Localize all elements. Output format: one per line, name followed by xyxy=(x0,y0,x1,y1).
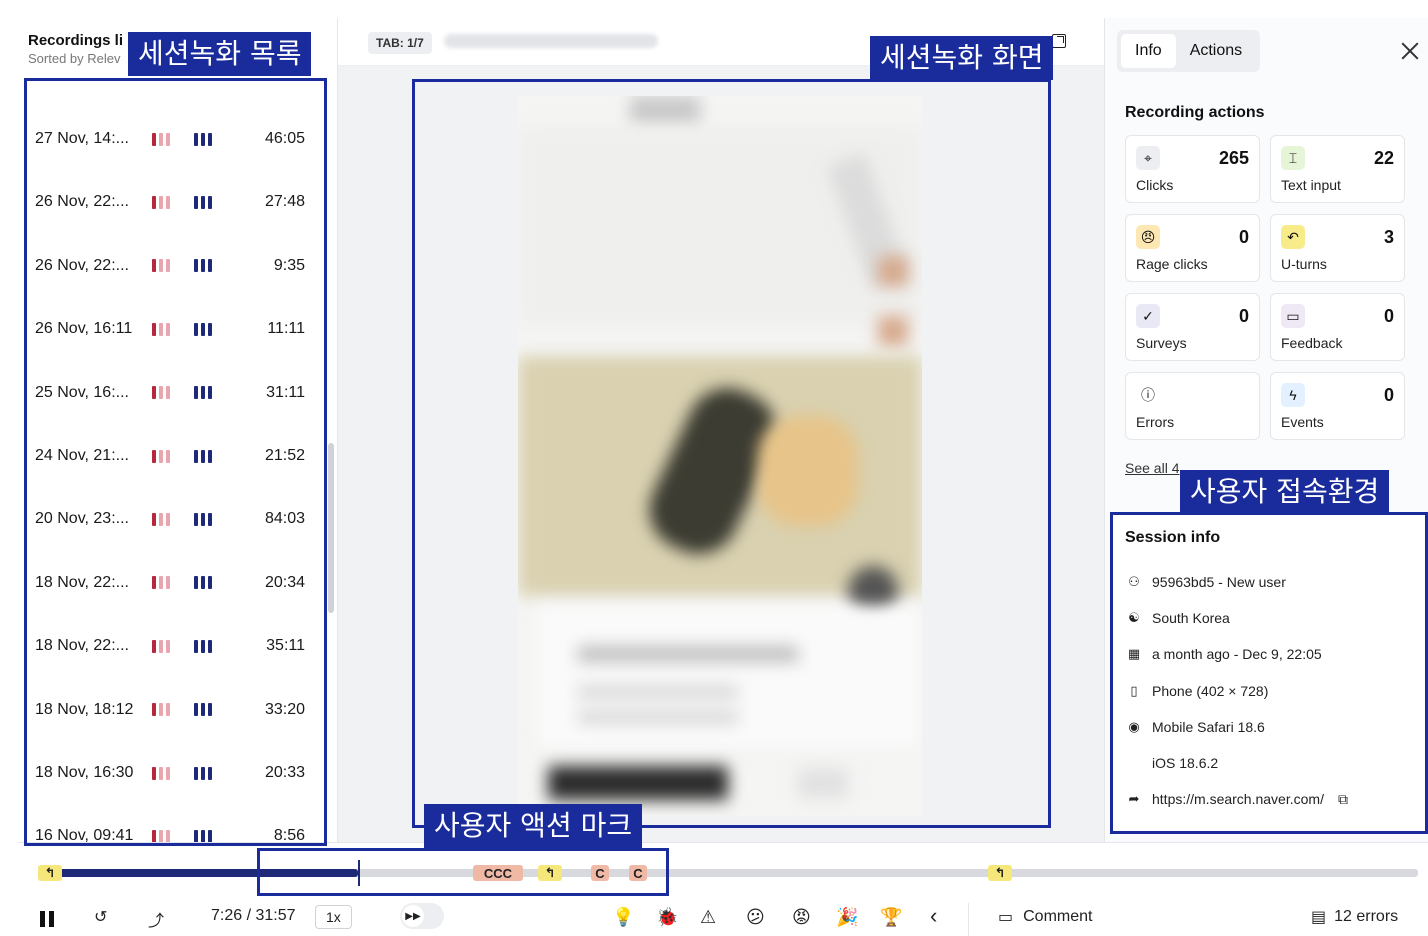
action-card[interactable]: ⓘ Errors xyxy=(1125,372,1260,440)
pause-button[interactable] xyxy=(40,911,54,927)
action-label: Feedback xyxy=(1281,335,1343,351)
action-card[interactable]: ↶ 3 U-turns xyxy=(1270,214,1405,282)
timeline: ↰ CCC ↰ C C ↰ ↺ ⤴ 7:26 / 31:57 1x ▶▶ 💡 🐞… xyxy=(18,842,1428,936)
action-label: U-turns xyxy=(1281,256,1327,272)
annotation-env-label: 사용자 접속환경 xyxy=(1180,470,1390,514)
cursor-click-icon: ⌖ xyxy=(1136,146,1160,170)
action-label: Events xyxy=(1281,414,1324,430)
u-turn-icon: ↶ xyxy=(1281,225,1305,249)
u-turn-mark[interactable]: ↰ xyxy=(38,865,62,881)
action-card[interactable]: ⌖ 265 Clicks xyxy=(1125,135,1260,203)
recording-actions-title: Recording actions xyxy=(1125,104,1265,121)
speed-button[interactable]: 1x xyxy=(315,905,352,929)
annotation-env-box xyxy=(1110,512,1428,834)
player-controls: ↺ ⤴ 7:26 / 31:57 1x ▶▶ 💡 🐞 ⚠ 😕 😡 🎉 🏆 ‹ ▭… xyxy=(18,903,1428,936)
action-card[interactable]: ▭ 0 Feedback xyxy=(1270,293,1405,361)
tab-info[interactable]: Info xyxy=(1121,34,1176,68)
action-count: 0 xyxy=(1238,306,1249,326)
fast-forward-icon: ▶▶ xyxy=(402,905,424,927)
action-card[interactable]: ϟ 0 Events xyxy=(1270,372,1405,440)
divider xyxy=(968,903,969,936)
clipboard-check-icon: ✓ xyxy=(1136,304,1160,328)
see-all-actions-link[interactable]: See all 4 xyxy=(1125,460,1179,476)
errors-label: 12 errors xyxy=(1334,908,1399,925)
action-count: 265 xyxy=(1218,148,1249,168)
skip-inactivity-toggle[interactable]: ▶▶ xyxy=(400,903,444,929)
lightning-icon: ϟ xyxy=(1281,383,1305,407)
popout-icon[interactable] xyxy=(1052,34,1066,48)
info-tabs: Info Actions xyxy=(1117,30,1261,72)
action-label: Surveys xyxy=(1136,335,1187,351)
recordings-title: Recordings li xyxy=(28,32,124,49)
action-count: 0 xyxy=(1383,306,1394,326)
trophy-icon[interactable]: 🏆 xyxy=(880,907,902,928)
action-count: 0 xyxy=(1238,227,1249,247)
message-icon: ▭ xyxy=(1281,304,1305,328)
annotation-marks-box xyxy=(257,848,669,896)
time-display: 7:26 / 31:57 xyxy=(211,907,296,924)
u-turn-mark[interactable]: ↰ xyxy=(988,865,1012,881)
list-scrollbar[interactable] xyxy=(328,443,334,613)
rewind-10-icon[interactable]: ↺ xyxy=(94,907,107,927)
action-label: Rage clicks xyxy=(1136,256,1208,272)
action-label: Text input xyxy=(1281,177,1341,193)
recordings-sort[interactable]: Sorted by Relev xyxy=(28,51,123,66)
bug-icon[interactable]: 🐞 xyxy=(656,907,678,928)
chevron-left-icon[interactable]: ‹ xyxy=(930,903,937,929)
action-card[interactable]: ✓ 0 Surveys xyxy=(1125,293,1260,361)
annotation-screen-label: 세션녹화 화면 xyxy=(870,36,1054,80)
annotation-screen-box xyxy=(412,79,1051,828)
action-card[interactable]: ⌶ 22 Text input xyxy=(1270,135,1405,203)
comment-label: Comment xyxy=(1023,908,1093,925)
forward-icon[interactable]: ⤴ xyxy=(148,907,164,931)
tab-actions[interactable]: Actions xyxy=(1176,34,1256,68)
party-popper-icon[interactable]: 🎉 xyxy=(836,907,858,928)
comment-icon: ▭ xyxy=(998,909,1014,926)
angry-face-icon[interactable]: 😡 xyxy=(792,907,811,928)
action-card[interactable]: 😠 0 Rage clicks xyxy=(1125,214,1260,282)
action-count: 3 xyxy=(1383,227,1394,247)
close-icon[interactable] xyxy=(1401,42,1419,60)
action-label: Clicks xyxy=(1136,177,1174,193)
annotation-marks-label: 사용자 액션 마크 xyxy=(424,804,643,848)
comment-button[interactable]: ▭ Comment xyxy=(998,907,1092,927)
url-bar xyxy=(444,34,658,48)
terminal-icon: ▤ xyxy=(1311,909,1327,926)
text-input-icon: ⌶ xyxy=(1281,146,1305,170)
action-count: 0 xyxy=(1383,385,1394,405)
warning-icon[interactable]: ⚠ xyxy=(700,907,716,928)
action-count: 22 xyxy=(1373,148,1394,168)
recordings-header: Recordings li Sorted by Relev xyxy=(28,32,123,66)
lightbulb-icon[interactable]: 💡 xyxy=(612,907,634,928)
errors-button[interactable]: ▤ 12 errors xyxy=(1311,907,1398,927)
alert-circle-icon: ⓘ xyxy=(1136,383,1160,407)
rage-face-icon: 😠 xyxy=(1136,225,1160,249)
annotation-list-box xyxy=(24,78,327,846)
action-label: Errors xyxy=(1136,414,1175,430)
confused-face-icon[interactable]: 😕 xyxy=(746,907,765,928)
annotation-list-label: 세션녹화 목록 xyxy=(128,32,312,76)
tab-badge[interactable]: TAB: 1/7 xyxy=(368,32,432,54)
